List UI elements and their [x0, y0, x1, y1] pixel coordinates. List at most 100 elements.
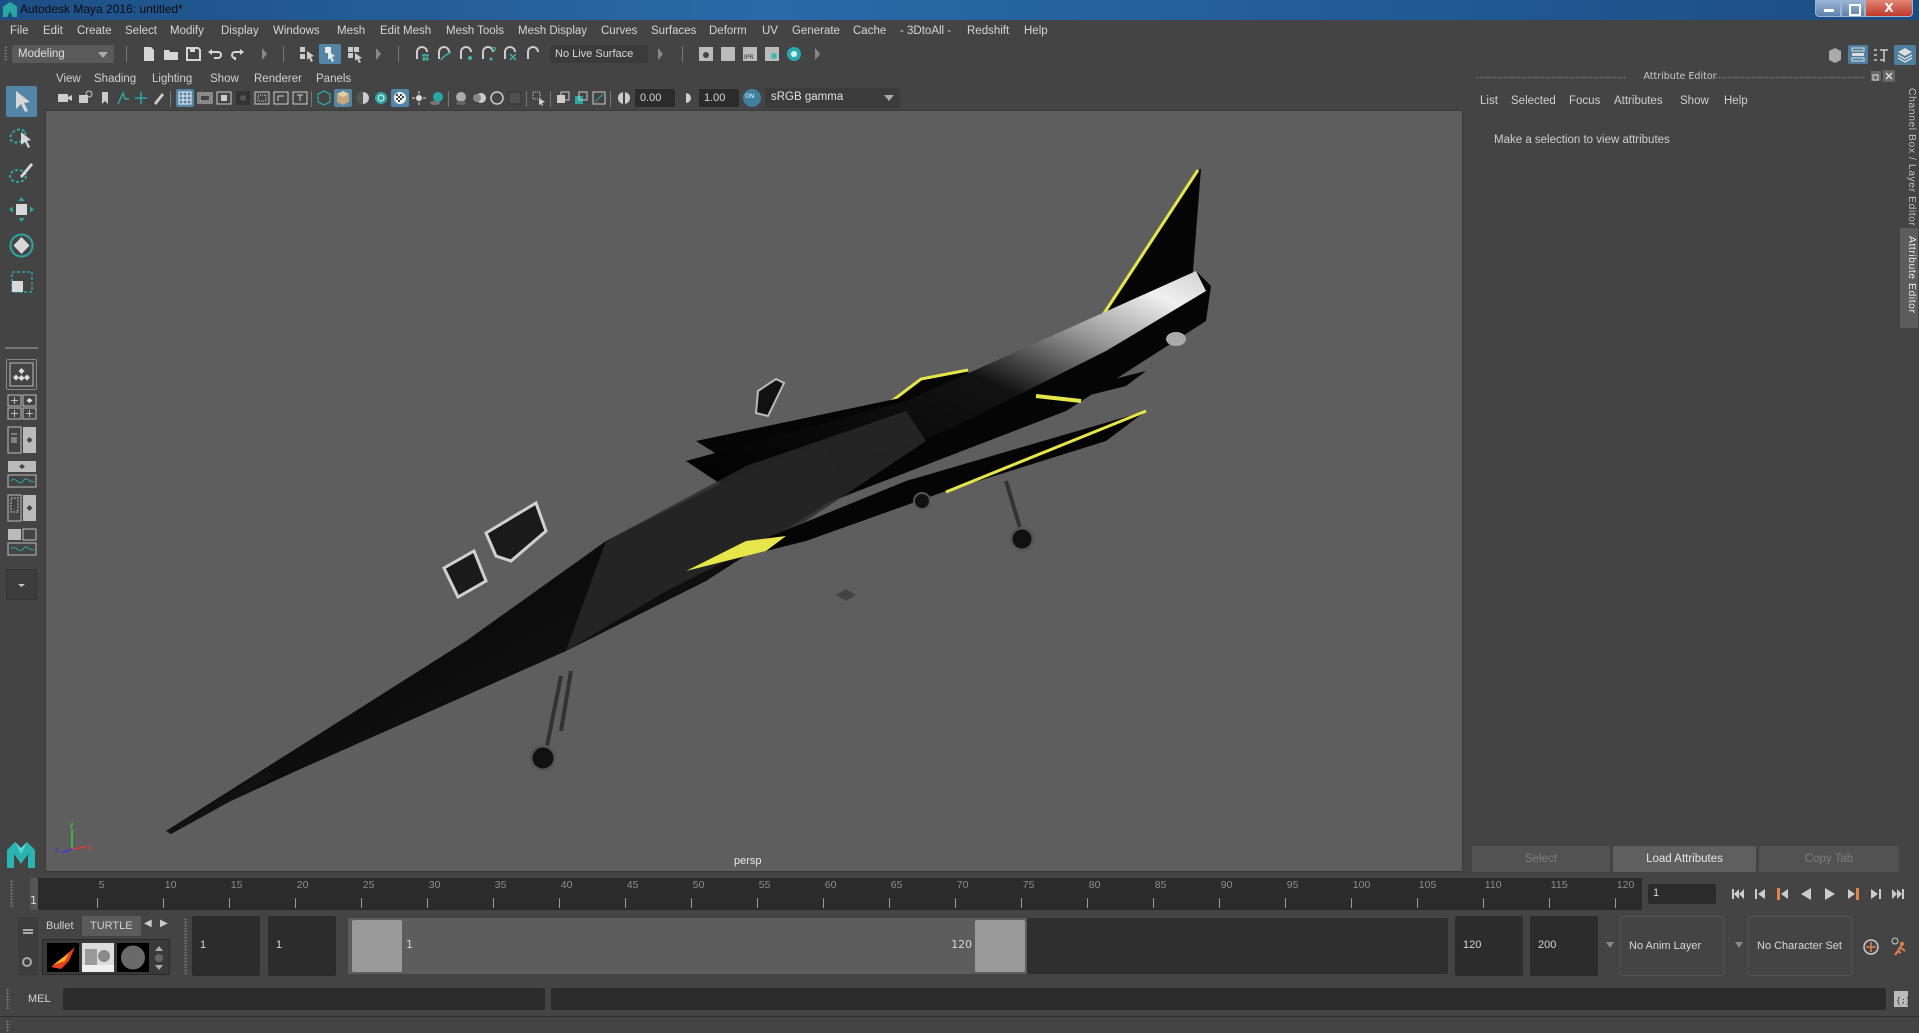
tab-channel-box-layer-editor[interactable]: Channel Box / Layer Editor: [1900, 80, 1918, 230]
menuset-dropdown[interactable]: Modeling: [12, 45, 114, 63]
scale-tool[interactable]: [6, 266, 37, 297]
range-grip[interactable]: [184, 918, 188, 974]
bookmarks-icon[interactable]: [97, 90, 113, 106]
persp-outliner-layout-icon[interactable]: [7, 426, 37, 454]
persp-graph-hypershade-layout-icon[interactable]: [7, 528, 37, 556]
menu-edit-mesh[interactable]: Edit Mesh: [380, 25, 431, 37]
grid-toggle[interactable]: [176, 89, 194, 107]
select-hierarchy-icon[interactable]: [298, 45, 316, 63]
select-object-button[interactable]: [319, 44, 341, 64]
load-attributes-button[interactable]: Load Attributes: [1613, 846, 1756, 872]
channel-box-toggle[interactable]: [1894, 45, 1916, 65]
gamma-field[interactable]: 1.00: [699, 89, 739, 107]
film-gate-icon[interactable]: [197, 90, 213, 106]
menu-mesh[interactable]: Mesh: [337, 25, 365, 37]
field-chart-icon[interactable]: [254, 90, 270, 106]
play-forwards-button[interactable]: [1822, 886, 1838, 902]
isolate-select-icon[interactable]: [531, 90, 547, 106]
camera-attributes-icon[interactable]: [77, 90, 93, 106]
shelf-button-fire[interactable]: [47, 943, 79, 972]
anim-layer-dropdown[interactable]: No Anim Layer: [1620, 916, 1724, 976]
shelf-menu-icon[interactable]: [23, 929, 33, 931]
persp-graph-layout-icon[interactable]: [7, 460, 37, 488]
shelf-button-turtle-render[interactable]: [82, 943, 114, 972]
more-layouts-button[interactable]: [6, 569, 37, 600]
hypershade-icon[interactable]: [785, 45, 803, 63]
tool-settings-icon[interactable]: [1872, 46, 1890, 64]
panel-menu-renderer[interactable]: Renderer: [254, 73, 302, 85]
shelf-tab-turtle[interactable]: TURTLE: [82, 916, 141, 936]
xray-active-components-icon[interactable]: [573, 90, 589, 106]
ae-menu-help[interactable]: Help: [1724, 95, 1748, 107]
attribute-editor-toggle[interactable]: [1848, 45, 1868, 64]
new-scene-icon[interactable]: [140, 45, 158, 63]
menu-display[interactable]: Display: [221, 25, 259, 37]
menu-mesh-tools[interactable]: Mesh Tools: [446, 25, 504, 37]
2d-pan-zoom-icon[interactable]: [133, 90, 149, 106]
animation-preferences-icon[interactable]: [1888, 936, 1910, 958]
attribute-editor-header[interactable]: Attribute Editor: [1470, 68, 1895, 86]
safe-action-icon[interactable]: [273, 90, 289, 106]
helpline-grip[interactable]: [6, 1020, 10, 1032]
menu-surfaces[interactable]: Surfaces: [651, 25, 696, 37]
float-panel-icon[interactable]: [1870, 70, 1882, 82]
command-language-toggle[interactable]: MEL: [28, 993, 51, 1005]
scene-start-field[interactable]: 1: [192, 916, 260, 976]
shelf-button-material[interactable]: [117, 943, 149, 972]
panel-menu-show[interactable]: Show: [210, 73, 239, 85]
go-to-start-button[interactable]: [1730, 886, 1746, 902]
ae-menu-selected[interactable]: Selected: [1511, 95, 1556, 107]
menu-3dtoall[interactable]: - 3DtoAll -: [900, 25, 951, 37]
menu-file[interactable]: File: [10, 25, 29, 37]
grease-pencil-icon[interactable]: [151, 90, 167, 106]
menu-cache[interactable]: Cache: [853, 25, 886, 37]
live-surface-field[interactable]: No Live Surface: [550, 45, 648, 63]
undo-icon[interactable]: [206, 45, 224, 63]
exposure-icon[interactable]: [616, 90, 632, 106]
menu-edit[interactable]: Edit: [43, 25, 63, 37]
close-panel-icon[interactable]: [1883, 70, 1895, 82]
command-input[interactable]: [63, 988, 545, 1010]
snap-projected-center-icon[interactable]: [479, 45, 497, 63]
shelf-tab-bullet[interactable]: Bullet: [38, 916, 82, 936]
select-button[interactable]: Select: [1472, 846, 1610, 872]
snap-curve-icon[interactable]: [435, 45, 453, 63]
menu-curves[interactable]: Curves: [601, 25, 637, 37]
collapse-toggle[interactable]: [815, 48, 820, 60]
step-back-key-button[interactable]: [1774, 886, 1790, 902]
textured-toggle[interactable]: [391, 89, 409, 107]
menu-generate[interactable]: Generate: [792, 25, 840, 37]
scene-end-field[interactable]: 200: [1530, 916, 1598, 976]
cmdline-grip[interactable]: [6, 989, 10, 1009]
shadows-icon[interactable]: [429, 90, 445, 106]
redo-icon[interactable]: [228, 45, 246, 63]
minimize-button[interactable]: [1815, 0, 1841, 17]
single-perspective-layout[interactable]: [6, 359, 37, 390]
render-settings-icon[interactable]: [763, 45, 781, 63]
anti-aliasing-icon[interactable]: [489, 90, 505, 106]
shelf-scroll[interactable]: [153, 944, 165, 972]
four-view-layout-icon[interactable]: [7, 394, 37, 420]
snap-grid-icon[interactable]: [413, 45, 431, 63]
ae-menu-list[interactable]: List: [1480, 95, 1498, 107]
render-current-icon[interactable]: [719, 45, 737, 63]
range-slider[interactable]: 1 120: [348, 918, 1448, 974]
character-set-dropdown[interactable]: No Character Set: [1748, 916, 1852, 976]
time-slider[interactable]: 1 5 10 15 20 25 30 35 40 45 50 55 60 65 70 75 80 85 90 95 1…: [30, 878, 1642, 910]
shelf-tab-prev-icon[interactable]: ◀: [144, 918, 152, 929]
playback-end-field[interactable]: 120: [1455, 916, 1523, 976]
wireframe-icon[interactable]: [316, 90, 332, 106]
resolution-gate-icon[interactable]: [216, 90, 232, 106]
snap-view-plane-icon[interactable]: [501, 45, 519, 63]
outliner-persp-layout-icon[interactable]: [7, 494, 37, 522]
motion-blur-icon[interactable]: [471, 90, 487, 106]
safe-title-icon[interactable]: [292, 90, 308, 106]
panel-menu-view[interactable]: View: [56, 73, 81, 85]
chevron-down-icon[interactable]: [1735, 942, 1743, 948]
current-frame-field[interactable]: 1: [1648, 884, 1716, 904]
close-button[interactable]: X: [1865, 0, 1913, 17]
ipr-render-icon[interactable]: IPR: [741, 45, 759, 63]
script-editor-icon[interactable]: {;}: [1893, 990, 1909, 1008]
gamma-icon[interactable]: [680, 90, 696, 106]
ae-menu-focus[interactable]: Focus: [1569, 95, 1600, 107]
